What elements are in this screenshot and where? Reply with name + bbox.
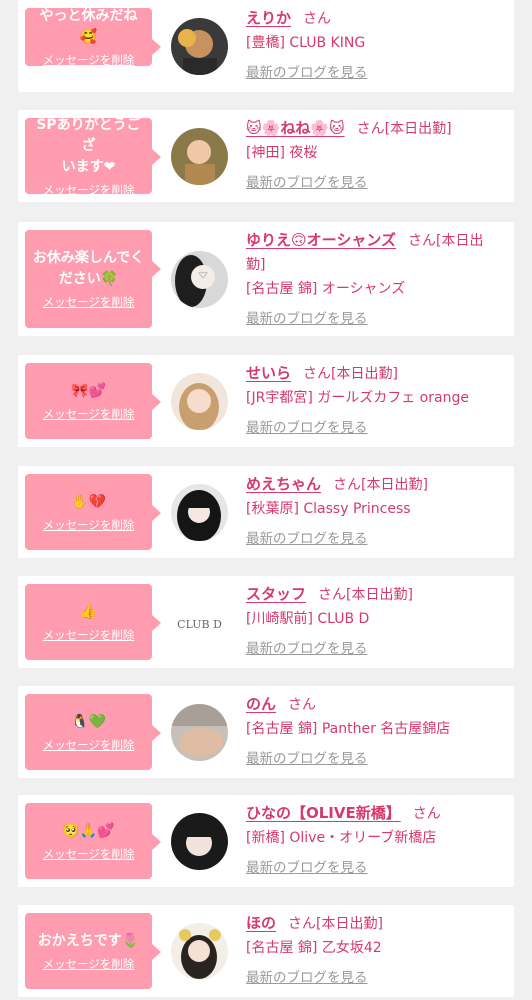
honorific: さん: [333, 477, 362, 493]
avatar[interactable]: [171, 704, 228, 761]
delete-message-link[interactable]: メッセージを削除: [43, 182, 135, 198]
message-card: 🐧💚 メッセージを削除 のん さん [名古屋 錦] Panther 名古屋錦店 最…: [18, 686, 514, 778]
avatar[interactable]: [171, 373, 228, 430]
message-text: SPありがとうござ います❤: [36, 116, 141, 175]
message-bubble: やっと休みだね🥰 メッセージを削除: [25, 8, 161, 68]
delete-message-link[interactable]: メッセージを削除: [43, 956, 135, 972]
honorific: さん: [303, 366, 332, 382]
honorific: さん: [288, 916, 317, 932]
delete-message-link[interactable]: メッセージを削除: [43, 627, 135, 643]
honorific: さん: [408, 233, 437, 249]
shop-label: [神田] 夜桜: [246, 145, 318, 161]
delete-message-link[interactable]: メッセージを削除: [43, 52, 135, 68]
message-text: 🥺🙏💕: [62, 822, 115, 839]
shop-label: [名古屋 錦] オーシャンズ: [246, 281, 406, 297]
message-bubble: 🥺🙏💕 メッセージを削除: [25, 803, 161, 879]
status-badge: [本日出勤]: [316, 916, 383, 932]
message-bubble: SPありがとうござ います❤ メッセージを削除: [25, 116, 161, 197]
shop-label: [川崎駅前] CLUB D: [246, 611, 370, 627]
shop-label: [秋葉原] Classy Princess: [246, 501, 411, 517]
delete-message-link[interactable]: メッセージを削除: [43, 517, 135, 533]
sender-name-link[interactable]: スタッフ: [246, 585, 306, 603]
avatar[interactable]: [171, 251, 228, 308]
honorific: さん: [318, 587, 347, 603]
message-text: 🎀💕: [71, 382, 106, 399]
message-text: 🐧💚: [71, 713, 106, 730]
message-bubble: おかえちです🌷 メッセージを削除: [25, 913, 161, 989]
message-card: SPありがとうござ います❤ メッセージを削除 🐱🌸ねね🌸🐱 さん[本日出勤] […: [18, 110, 514, 202]
message-text: ✋💔: [71, 493, 106, 510]
honorific: さん: [303, 11, 332, 27]
sender-name-link[interactable]: めえちゃん: [246, 475, 321, 493]
message-card: 👍 メッセージを削除 CLUB D スタッフ さん[本日出勤] [川崎駅前] CL…: [18, 576, 514, 668]
message-bubble: ✋💔 メッセージを削除: [25, 474, 161, 550]
delete-message-link[interactable]: メッセージを削除: [43, 846, 135, 862]
sender-name-link[interactable]: えりか: [246, 9, 291, 27]
sender-name-link[interactable]: ゆりえ🙃オーシャンズ: [246, 231, 396, 249]
club-logo[interactable]: CLUB D: [171, 594, 228, 651]
avatar[interactable]: [171, 923, 228, 980]
shop-label: [名古屋 錦] Panther 名古屋錦店: [246, 721, 451, 737]
honorific: さん: [288, 697, 317, 713]
message-text: やっと休みだね🥰: [39, 8, 138, 45]
latest-blog-link[interactable]: 最新のブログを見る: [246, 61, 368, 81]
message-text: おかえちです🌷: [37, 932, 140, 949]
shop-label: [JR宇都宮] ガールズカフェ orange: [246, 390, 469, 406]
message-bubble: 🎀💕 メッセージを削除: [25, 363, 161, 439]
message-list: やっと休みだね🥰 メッセージを削除 えりか さん [豊橋] CLUB KING 最…: [0, 0, 532, 1000]
sender-name-link[interactable]: ほの: [246, 914, 276, 932]
message-bubble: お休み楽しんでく ださい🍀 メッセージを削除: [25, 230, 161, 328]
message-card: 🎀💕 メッセージを削除 せいら さん[本日出勤] [JR宇都宮] ガールズカフェ …: [18, 355, 514, 447]
sender-name-link[interactable]: せいら: [246, 364, 291, 382]
delete-message-link[interactable]: メッセージを削除: [43, 406, 135, 422]
message-card: おかえちです🌷 メッセージを削除 ほの さん[本日出勤] [名古屋 錦] 乙女坂4…: [18, 905, 514, 997]
message-bubble: 👍 メッセージを削除: [25, 584, 161, 660]
avatar[interactable]: [171, 484, 228, 541]
status-badge: [本日出勤]: [346, 587, 413, 603]
club-logo-text: CLUB D: [177, 618, 222, 631]
sender-name-link[interactable]: のん: [246, 695, 276, 713]
latest-blog-link[interactable]: 最新のブログを見る: [246, 307, 368, 327]
shop-label: [豊橋] CLUB KING: [246, 35, 366, 51]
avatar[interactable]: [171, 813, 228, 870]
message-bubble: 🐧💚 メッセージを削除: [25, 694, 161, 770]
latest-blog-link[interactable]: 最新のブログを見る: [246, 171, 368, 191]
latest-blog-link[interactable]: 最新のブログを見る: [246, 637, 368, 657]
latest-blog-link[interactable]: 最新のブログを見る: [246, 416, 368, 436]
avatar[interactable]: [171, 18, 228, 75]
status-badge: [本日出勤]: [331, 366, 398, 382]
message-card: やっと休みだね🥰 メッセージを削除 えりか さん [豊橋] CLUB KING 最…: [18, 0, 514, 92]
message-card: 🥺🙏💕 メッセージを削除 ひなの【OLIVE新橋】 さん [新橋] Olive・オ…: [18, 795, 514, 887]
shop-label: [新橋] Olive・オリーブ新橋店: [246, 830, 437, 846]
shop-label: [名古屋 錦] 乙女坂42: [246, 940, 382, 956]
latest-blog-link[interactable]: 最新のブログを見る: [246, 856, 368, 876]
sender-name-link[interactable]: 🐱🌸ねね🌸🐱: [246, 119, 345, 137]
sender-name-link[interactable]: ひなの【OLIVE新橋】: [246, 804, 401, 822]
message-text: お休み楽しんでく ださい🍀: [32, 250, 145, 287]
message-text: 👍: [79, 603, 98, 620]
avatar[interactable]: [171, 128, 228, 185]
message-card: ✋💔 メッセージを削除 めえちゃん さん[本日出勤] [秋葉原] Classy P…: [18, 466, 514, 558]
latest-blog-link[interactable]: 最新のブログを見る: [246, 747, 368, 767]
latest-blog-link[interactable]: 最新のブログを見る: [246, 527, 368, 547]
delete-message-link[interactable]: メッセージを削除: [43, 737, 135, 753]
latest-blog-link[interactable]: 最新のブログを見る: [246, 966, 368, 986]
status-badge: [本日出勤]: [384, 121, 452, 137]
message-card: お休み楽しんでく ださい🍀 メッセージを削除 ゆりえ🙃オーシャンズ さん[本日出勤…: [18, 222, 514, 336]
honorific: さん: [356, 121, 385, 137]
delete-message-link[interactable]: メッセージを削除: [43, 294, 135, 310]
honorific: さん: [412, 806, 441, 822]
status-badge: [本日出勤]: [361, 477, 428, 493]
